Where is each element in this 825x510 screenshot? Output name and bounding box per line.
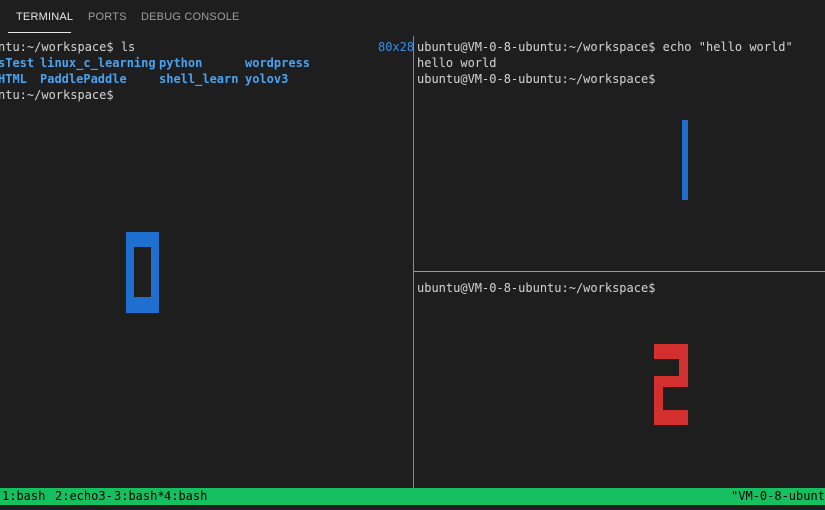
pane-number-2-glyph	[654, 344, 688, 425]
command-line: ubuntu@VM-0-8-ubuntu:~/workspace$ echo "…	[417, 40, 793, 54]
tmux-window-2[interactable]: 2:echo3-	[55, 488, 113, 505]
ls-entry: python	[159, 56, 203, 70]
tmux-status-bar: 1:bash 2:echo3- 3:bash* 4:bash "VM-0-8-u…	[0, 488, 825, 505]
terminal-pane-0[interactable]: ntu:~/workspace$ ls 80x28 sTest linux_c_…	[0, 36, 413, 488]
prompt-line: ntu:~/workspace$ ls	[0, 40, 136, 54]
tmux-window-1[interactable]: 1:bash	[2, 488, 45, 505]
ls-entry: sTest	[0, 56, 35, 70]
pane-size-indicator: 80x28	[378, 40, 413, 54]
ls-entry: PaddlePaddle	[40, 72, 127, 86]
pane-number-0-glyph	[126, 232, 159, 313]
ls-entry: yolov3	[245, 72, 289, 86]
digit-two-shape	[654, 344, 688, 425]
digit-one-shape	[682, 120, 688, 200]
tab-debug-console[interactable]: DEBUG CONSOLE	[141, 11, 240, 23]
digit-zero-shape	[126, 232, 159, 313]
ls-entry: shell_learn	[159, 72, 239, 86]
ls-entry: HTML	[0, 72, 27, 86]
tmux-window-4[interactable]: 4:bash	[164, 488, 207, 505]
tab-ports[interactable]: PORTS	[88, 11, 127, 23]
panel-tab-bar: TERMINAL PORTS DEBUG CONSOLE	[0, 0, 825, 36]
tab-terminal[interactable]: TERMINAL	[16, 11, 73, 23]
terminal-pane-1[interactable]: ubuntu@VM-0-8-ubuntu:~/workspace$ echo "…	[414, 36, 825, 271]
ls-entry: wordpress	[245, 56, 311, 70]
tmux-window-3[interactable]: 3:bash*	[114, 488, 165, 505]
terminal-pane-2[interactable]: ubuntu@VM-0-8-ubuntu:~/workspace$	[414, 272, 825, 488]
output-line: hello world	[417, 56, 497, 70]
ls-entry: linux_c_learning	[40, 56, 156, 70]
prompt-line: ntu:~/workspace$	[0, 88, 114, 102]
tmux-host-label: "VM-0-8-ubuntu	[731, 489, 825, 503]
pane-number-1-glyph	[682, 120, 688, 200]
prompt-line: ubuntu@VM-0-8-ubuntu:~/workspace$	[417, 281, 656, 295]
prompt-line: ubuntu@VM-0-8-ubuntu:~/workspace$	[417, 72, 656, 86]
active-tab-indicator	[8, 32, 71, 33]
panel-bottom-edge	[0, 505, 825, 510]
